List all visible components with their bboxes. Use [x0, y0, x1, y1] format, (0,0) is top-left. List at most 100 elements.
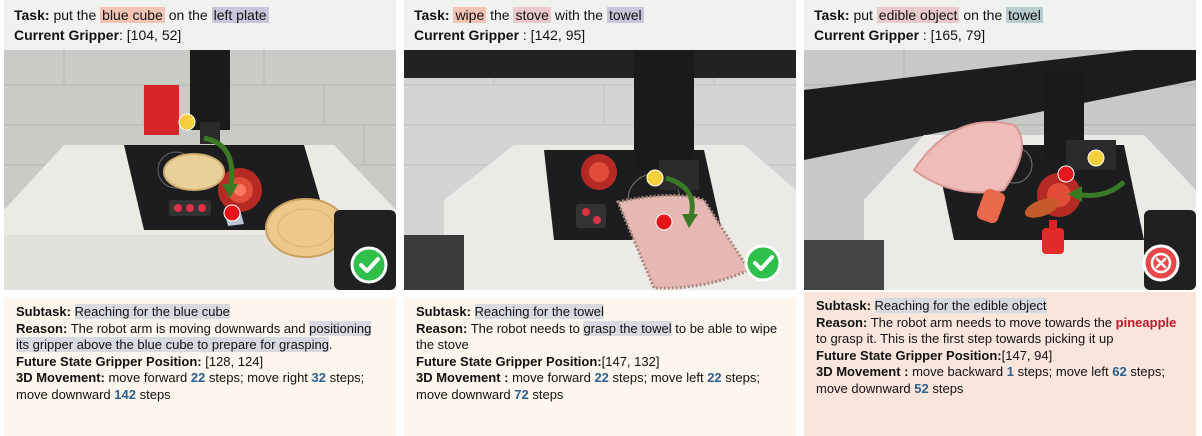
movement-number: 62 — [1112, 364, 1127, 379]
future-position-value: [128, 124] — [201, 353, 264, 369]
subtask-label: Subtask: — [816, 298, 871, 313]
scene-illustration — [804, 50, 1196, 290]
check-icon — [350, 246, 388, 284]
reason-line: Reason: The robot needs to grasp the tow… — [416, 320, 784, 354]
future-position-label: Future State Gripper Position: — [16, 353, 202, 369]
movement-number: 52 — [914, 380, 929, 396]
movement-number: 22 — [594, 370, 609, 385]
movement-text: steps — [528, 386, 564, 402]
movement-number: 142 — [114, 386, 136, 402]
reasoning-box: Subtask: Reaching for the blue cube Reas… — [4, 298, 396, 436]
robot-scene-image — [404, 50, 796, 290]
movement-text: move backward — [908, 364, 1007, 379]
example-panel-2: Task: wipe the stove with the towel Curr… — [404, 0, 796, 436]
movement-number: 32 — [311, 370, 326, 385]
task-object-highlight: stove — [513, 7, 551, 23]
gripper-line: Current Gripper: [104, 52] — [14, 25, 386, 45]
gripper-label: Current Gripper — [414, 27, 520, 43]
gripper-value: : [142, 95] — [519, 27, 586, 43]
task-header: Task: wipe the stove with the towel Curr… — [404, 0, 796, 50]
check-icon — [744, 244, 782, 282]
future-position-value: [147, 132] — [601, 353, 660, 369]
subtask-text: Reaching for the edible object — [874, 298, 1047, 313]
movement-text: steps — [928, 380, 964, 396]
movement-text: move forward — [508, 370, 595, 385]
reason-label: Reason: — [16, 320, 68, 336]
gripper-line: Current Gripper : [142, 95] — [414, 25, 786, 45]
task-line: Task: put edible object on the towel — [814, 5, 1186, 25]
reason-line: Reason: The robot arm needs to move towa… — [816, 315, 1184, 348]
reason-highlight: grasp the towel — [583, 320, 672, 336]
task-target-highlight: left plate — [211, 7, 269, 23]
gripper-value: : [104, 52] — [119, 27, 182, 43]
movement-number: 72 — [514, 386, 529, 402]
movement-number: 22 — [190, 370, 206, 385]
movement-line: 3D Movement : move backward 1 steps; mov… — [816, 364, 1184, 397]
movement-text: steps; move left — [608, 370, 708, 385]
task-text: on the — [168, 7, 208, 23]
reasoning-box: Subtask: Reaching for the towel Reason: … — [404, 298, 796, 436]
cross-icon — [1142, 244, 1180, 282]
robot-scene-image — [4, 50, 396, 290]
task-line: Task: wipe the stove with the towel — [414, 5, 786, 25]
task-text: on the — [963, 7, 1003, 23]
future-position-line: Future State Gripper Position:[147, 132] — [416, 354, 784, 371]
scene-illustration — [404, 50, 796, 290]
reason-text: The robot needs to — [470, 320, 580, 336]
movement-text: steps; move left — [1013, 364, 1113, 379]
future-position-label: Future State Gripper Position: — [816, 347, 1002, 363]
example-panel-1: Task: put the blue cube on the left plat… — [4, 0, 396, 436]
robot-scene-image — [804, 50, 1196, 290]
task-line: Task: put the blue cube on the left plat… — [14, 5, 386, 25]
reason-error-highlight: pineapple — [1115, 314, 1177, 330]
subtask-text: Reaching for the towel — [474, 304, 604, 319]
reason-text: The robot arm needs to move towards the — [870, 314, 1113, 330]
reason-label: Reason: — [816, 314, 868, 330]
subtask-label: Subtask: — [416, 304, 471, 319]
task-text: with the — [554, 7, 604, 23]
reason-text: . — [328, 337, 333, 352]
task-object-highlight: blue cube — [100, 7, 165, 23]
task-text: put the — [53, 7, 97, 23]
gripper-value: : [165, 79] — [919, 27, 986, 43]
gripper-line: Current Gripper : [165, 79] — [814, 25, 1186, 45]
scene-illustration — [4, 50, 396, 290]
task-text: the — [490, 7, 510, 23]
movement-line: 3D Movement: move forward 22 steps; move… — [16, 370, 384, 403]
future-position-value: [147, 94] — [1001, 347, 1053, 363]
future-position-line: Future State Gripper Position: [128, 124… — [16, 354, 384, 371]
task-action-highlight: wipe — [453, 7, 487, 23]
task-tool-highlight: towel — [606, 7, 644, 23]
movement-text: steps; move right — [205, 370, 312, 385]
future-position-label: Future State Gripper Position: — [416, 353, 602, 369]
gripper-label: Current Gripper — [814, 27, 920, 43]
subtask-line: Subtask: Reaching for the edible object — [816, 298, 1184, 315]
movement-text: move forward — [104, 370, 191, 385]
task-header: Task: put edible object on the towel Cur… — [804, 0, 1196, 50]
reasoning-box: Subtask: Reaching for the edible object … — [804, 292, 1196, 436]
task-label: Task: — [14, 7, 50, 23]
future-position-line: Future State Gripper Position:[147, 94] — [816, 348, 1184, 365]
task-object-highlight: edible object — [876, 7, 960, 23]
reason-text: to grasp it. This is the first step towa… — [816, 331, 1114, 346]
movement-number: 1 — [1006, 364, 1014, 379]
movement-number: 22 — [707, 370, 722, 385]
example-panel-3: Task: put edible object on the towel Cur… — [804, 0, 1196, 436]
subtask-line: Subtask: Reaching for the blue cube — [16, 304, 384, 321]
task-label: Task: — [814, 7, 850, 23]
task-label: Task: — [414, 7, 450, 23]
subtask-text: Reaching for the blue cube — [74, 304, 230, 319]
subtask-label: Subtask: — [16, 304, 71, 319]
subtask-line: Subtask: Reaching for the towel — [416, 304, 784, 321]
task-text: put — [853, 7, 873, 23]
movement-label: 3D Movement: — [16, 370, 105, 385]
task-header: Task: put the blue cube on the left plat… — [4, 0, 396, 50]
movement-text: steps — [135, 386, 171, 402]
reason-text: The robot arm is moving downwards and — [70, 320, 306, 336]
movement-label: 3D Movement : — [416, 370, 509, 385]
gripper-label: Current Gripper — [14, 27, 120, 43]
task-target-highlight: towel — [1006, 7, 1043, 23]
movement-line: 3D Movement : move forward 22 steps; mov… — [416, 370, 784, 403]
reason-label: Reason: — [416, 320, 468, 336]
movement-label: 3D Movement : — [816, 364, 909, 379]
